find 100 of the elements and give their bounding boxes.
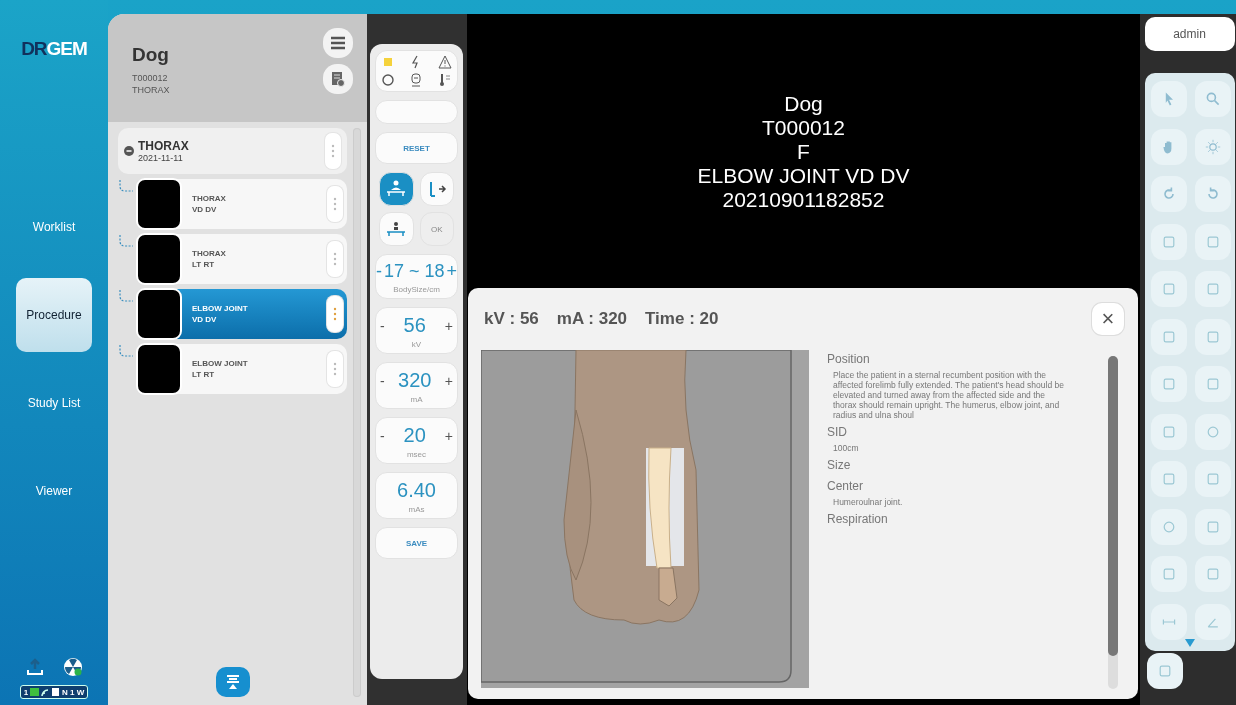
procedure-label: THORAX xyxy=(192,193,227,204)
slot-number: 1 xyxy=(23,687,29,697)
reset-button[interactable]: RESET xyxy=(375,132,458,164)
section-heading: SID xyxy=(827,425,848,440)
procedure-card[interactable]: ELBOW JOINT VD DV xyxy=(138,289,347,339)
connector-icon xyxy=(118,344,134,358)
input-field[interactable] xyxy=(375,100,458,124)
thumbnail xyxy=(136,343,182,395)
image-overlay-text: T000012 xyxy=(762,116,845,140)
exposure-reading: kV : 56 xyxy=(484,309,539,329)
close-button[interactable]: × xyxy=(1092,303,1124,335)
body-size-value: 17 ~ 18 xyxy=(383,261,445,282)
section-heading: Respiration xyxy=(827,512,889,527)
user-name[interactable]: admin xyxy=(1144,17,1235,51)
tool-button[interactable] xyxy=(1147,653,1183,689)
sun-icon xyxy=(1204,138,1221,155)
parameter-value: 20 xyxy=(403,424,426,447)
patient-name: Dog xyxy=(132,44,170,66)
procedure-label: VD DV xyxy=(192,314,218,325)
position-button[interactable] xyxy=(419,172,454,206)
study-card[interactable]: THORAX 2021-11-11 xyxy=(118,128,347,174)
section-heading: Position xyxy=(827,352,871,367)
patient-id: T000012 xyxy=(132,72,169,84)
increase-button[interactable]: + xyxy=(440,317,457,334)
section-text: Humeroulnar joint. xyxy=(833,497,904,507)
study-date: 2021-11-11 xyxy=(138,153,184,163)
image-overlay-text: Dog xyxy=(784,92,823,116)
document-icon xyxy=(331,71,345,87)
radiation-icon[interactable] xyxy=(63,657,83,677)
more-button[interactable] xyxy=(327,296,343,332)
unit-label: kV xyxy=(411,340,422,349)
procedure-label: VD DV xyxy=(192,204,218,215)
collapse-icon[interactable] xyxy=(124,146,134,156)
section-text: 100cm xyxy=(833,443,860,453)
menu-button[interactable] xyxy=(323,28,353,58)
decrease-button[interactable]: - xyxy=(376,372,389,389)
scroll-down-icon[interactable] xyxy=(1184,639,1195,647)
tube-icon xyxy=(409,73,424,87)
image-overlay-text: F xyxy=(797,140,810,164)
procedure-label: THORAX xyxy=(192,248,227,259)
image-overlay-text: 20210901182852 xyxy=(722,188,885,212)
procedure-label: ELBOW JOINT xyxy=(192,358,249,369)
upload-icon[interactable] xyxy=(25,657,45,677)
procedure-label: ELBOW JOINT xyxy=(192,303,249,314)
more-button[interactable] xyxy=(327,351,343,387)
mode-label: N 1 W xyxy=(62,687,85,697)
procedure-card[interactable]: THORAX LT RT xyxy=(138,234,347,284)
decrease-button[interactable]: - xyxy=(376,317,389,334)
more-icon xyxy=(333,362,337,376)
unit-label: msec xyxy=(406,450,427,459)
connector-icon xyxy=(118,234,134,248)
decrease-button[interactable]: - xyxy=(376,427,389,444)
mas-value: 6.40 xyxy=(397,479,436,502)
thumbnail xyxy=(136,288,182,340)
logo: DRGEM xyxy=(21,38,87,60)
exposure-reading: Time : 20 xyxy=(645,309,719,329)
section-heading: Center xyxy=(827,479,865,494)
warning-icon xyxy=(437,55,452,69)
power-icon xyxy=(381,73,396,87)
exposure-reading: mA : 320 xyxy=(556,309,628,329)
procedure-card[interactable]: ELBOW JOINT LT RT xyxy=(138,344,347,394)
document-button[interactable] xyxy=(323,64,353,94)
procedure-label: LT RT xyxy=(192,259,216,270)
scrollbar[interactable] xyxy=(1108,356,1118,656)
position-button[interactable] xyxy=(379,172,414,206)
more-icon xyxy=(333,197,337,211)
save-button[interactable]: SAVE xyxy=(375,527,458,559)
procedure-label: LT RT xyxy=(192,369,216,380)
thumbnail xyxy=(136,178,182,230)
study-name: THORAX xyxy=(132,84,170,96)
more-icon xyxy=(333,307,337,321)
position-button[interactable] xyxy=(379,212,414,246)
unit-label: mAs xyxy=(408,505,425,514)
study-title: THORAX xyxy=(138,139,190,153)
connector-icon xyxy=(118,179,134,193)
connector-icon xyxy=(118,289,134,303)
nav-item[interactable]: Procedure xyxy=(16,278,92,352)
nav-item[interactable]: Study List xyxy=(16,366,92,440)
more-icon xyxy=(331,144,335,158)
more-button[interactable] xyxy=(325,133,341,169)
section-text: Place the patient in a sternal recumbent position with the affected forelimb fully extended. The patient's head should be elevated and turned away from the affected side and the thorax should remain upright. The humerus, elbow joint, and radius and ulna shoul xyxy=(833,370,1065,420)
parameter-value: 320 xyxy=(398,369,432,392)
unit-label: mA xyxy=(410,395,423,404)
filter-icon xyxy=(225,674,240,690)
more-button[interactable] xyxy=(327,186,343,222)
zoom-icon xyxy=(1204,91,1221,107)
more-icon xyxy=(333,252,337,266)
thumbnail xyxy=(136,233,182,285)
filter-button[interactable] xyxy=(215,667,250,697)
nav-item[interactable]: Viewer xyxy=(16,454,92,528)
procedure-card[interactable]: THORAX VD DV xyxy=(138,179,347,229)
increase-button[interactable]: + xyxy=(440,427,457,444)
increase-button[interactable]: + xyxy=(440,372,457,389)
patient-table-icon xyxy=(386,180,407,198)
more-button[interactable] xyxy=(327,241,343,277)
thermometer-icon xyxy=(437,73,452,87)
unit-label: BodySize/cm xyxy=(393,285,440,294)
patient-table-icon xyxy=(386,220,407,238)
menu-icon xyxy=(330,36,346,50)
image-overlay-text: ELBOW JOINT VD DV xyxy=(697,164,910,188)
